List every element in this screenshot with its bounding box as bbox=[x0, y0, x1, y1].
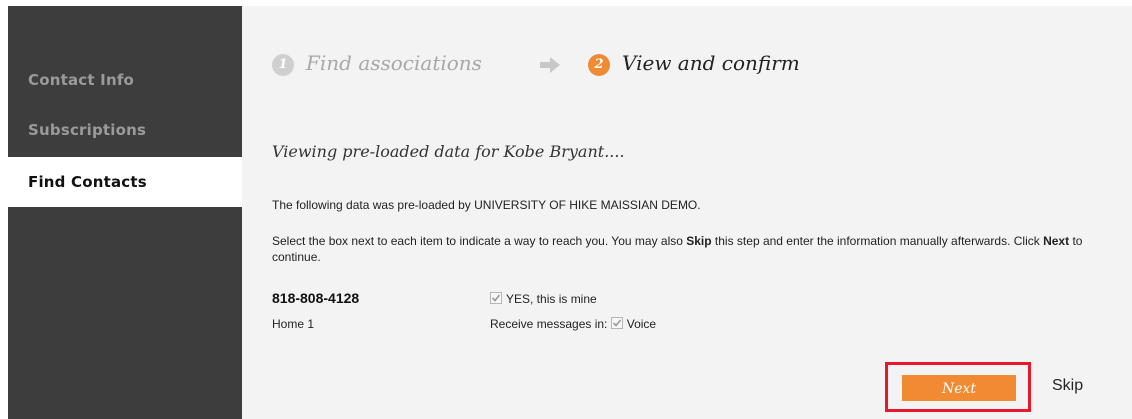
arrow-right-icon bbox=[540, 57, 560, 73]
instructions-skip-word: Skip bbox=[686, 234, 712, 248]
next-button[interactable]: Next bbox=[902, 375, 1016, 401]
phone-number: 818-808-4128 bbox=[272, 290, 360, 306]
confirm-row: YES, this is mine bbox=[490, 292, 597, 306]
page-heading: Viewing pre-loaded data for Kobe Bryant.… bbox=[272, 142, 625, 161]
receive-messages-row: Receive messages in: Voice bbox=[490, 317, 656, 331]
receive-label: Receive messages in: bbox=[490, 317, 608, 331]
skip-link[interactable]: Skip bbox=[1052, 377, 1083, 395]
phone-type: Home 1 bbox=[272, 317, 315, 331]
step-2-label: View and confirm bbox=[622, 51, 800, 75]
voice-checkbox[interactable] bbox=[610, 317, 623, 329]
instructions-part: Select the box next to each item to indi… bbox=[272, 234, 687, 248]
instructions-next-word: Next bbox=[1043, 234, 1070, 248]
sidebar-item-label: Subscriptions bbox=[28, 121, 147, 139]
step-2-number: 2 bbox=[588, 54, 610, 76]
sidebar-item-contact-info[interactable]: Contact Info bbox=[8, 55, 242, 105]
instructions-text: Select the box next to each item to indi… bbox=[272, 233, 1092, 265]
voice-label: Voice bbox=[626, 317, 657, 331]
confirm-checkbox[interactable] bbox=[490, 292, 502, 304]
preloaded-notice: The following data was pre-loaded by UNI… bbox=[272, 198, 701, 212]
checkmark-icon bbox=[491, 294, 501, 302]
sidebar-item-subscriptions[interactable]: Subscriptions bbox=[8, 105, 242, 155]
step-1-label: Find associations bbox=[306, 51, 482, 75]
main-panel: 1 Find associations 2 View and confirm V… bbox=[242, 6, 1132, 419]
confirm-label: YES, this is mine bbox=[506, 292, 597, 306]
instructions-part: this step and enter the information manu… bbox=[711, 234, 1044, 248]
sidebar-item-label: Find Contacts bbox=[28, 173, 147, 191]
step-1-number: 1 bbox=[272, 54, 294, 76]
next-button-highlight: Next bbox=[885, 362, 1031, 412]
sidebar-item-find-contacts[interactable]: Find Contacts bbox=[8, 157, 258, 207]
sidebar-item-label: Contact Info bbox=[28, 71, 135, 89]
sidebar-nav: Contact Info Subscriptions Find Contacts bbox=[8, 6, 258, 419]
checkmark-icon bbox=[612, 319, 621, 327]
